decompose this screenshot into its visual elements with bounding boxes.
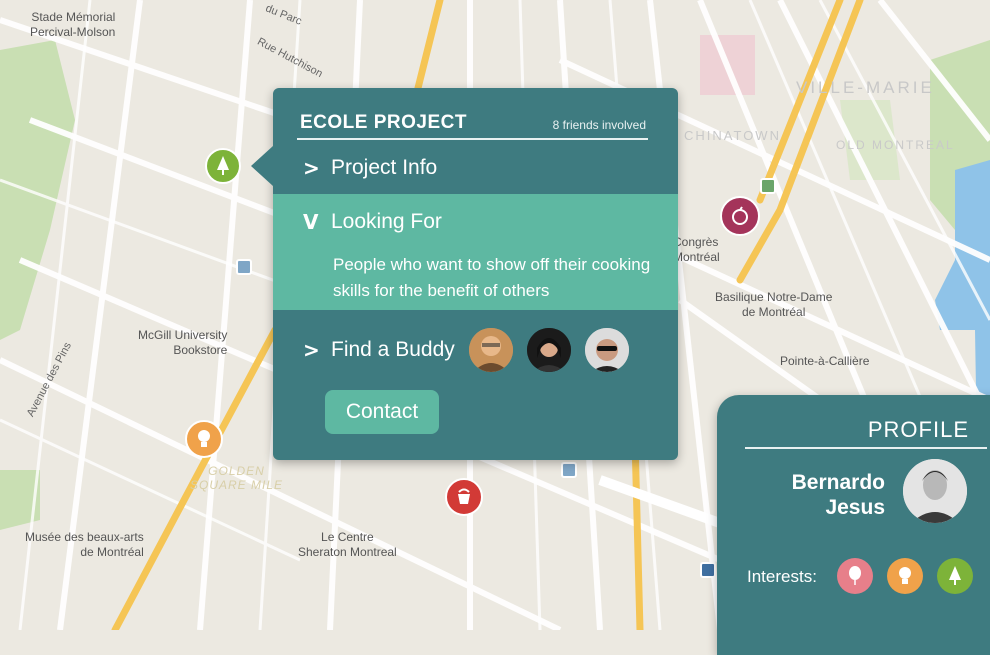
transit-pin-icon[interactable] <box>700 562 716 578</box>
map-label-congres: Congrès Montréal <box>673 235 720 264</box>
interest-balloon[interactable] <box>837 558 873 594</box>
map-label-golden-square-mile: GOLDEN SQUARE MILE <box>190 464 284 492</box>
profile-panel: PROFILE Bernardo Jesus Interests: <box>717 395 990 655</box>
map-label-chinatown: CHINATOWN <box>684 128 781 143</box>
transit-pin-icon[interactable] <box>561 462 577 478</box>
looking-for-description: People who want to show off their cookin… <box>333 255 651 300</box>
map-label-centre: Le Centre Sheraton Montreal <box>298 530 397 559</box>
buddy-avatar[interactable] <box>468 328 513 372</box>
map-label-mcgill: McGill University Bookstore <box>138 328 228 357</box>
interest-tree[interactable] <box>937 558 973 594</box>
map-label-stade: Stade Mémorial Percival-Molson <box>30 10 116 39</box>
project-info-label: Project Info <box>331 156 438 179</box>
looking-for-section[interactable]: V Looking For People who want to show of… <box>273 194 678 310</box>
map-label-pointe: Pointe-à-Callière <box>780 354 870 368</box>
find-buddy-row[interactable]: > Find a Buddy <box>273 326 678 374</box>
poi-cup-marker[interactable] <box>445 478 483 516</box>
cup-icon <box>458 488 470 504</box>
project-info-row[interactable]: > Project Info <box>273 148 678 188</box>
profile-name: Bernardo Jesus <box>791 471 885 519</box>
popup-pointer <box>251 146 273 186</box>
project-popup: ECOLE PROJECT 8 friends involved > Proje… <box>251 88 678 460</box>
looking-for-label: Looking For <box>331 210 442 233</box>
map-label-musee: Musée des beaux-arts de Montréal <box>25 530 144 559</box>
map-label-basilique: Basilique Notre-Dame de Montréal <box>715 290 833 319</box>
buddy-avatar[interactable] <box>526 328 571 372</box>
map-label-old-montreal: OLD MONTREAL <box>836 138 955 152</box>
chevron-right-icon: > <box>303 156 320 180</box>
lightbulb-icon <box>198 430 210 447</box>
poi-food-marker[interactable] <box>720 196 760 236</box>
poi-tree-marker[interactable] <box>205 148 241 184</box>
transit-pin-icon[interactable] <box>760 178 776 194</box>
popup-title: ECOLE PROJECT <box>300 112 467 133</box>
lightbulb-icon <box>899 567 911 584</box>
food-icon <box>732 206 748 225</box>
interest-lightbulb[interactable] <box>887 558 923 594</box>
chevron-right-icon: > <box>303 338 320 362</box>
interests-label: Interests: <box>747 567 817 586</box>
profile-avatar[interactable] <box>903 459 967 523</box>
tree-icon <box>949 566 961 585</box>
friends-count: 8 friends involved <box>552 118 646 132</box>
buddy-avatar[interactable] <box>584 328 629 372</box>
profile-title: PROFILE <box>867 417 969 442</box>
transit-pin-icon[interactable] <box>236 259 252 275</box>
find-buddy-label: Find a Buddy <box>331 338 455 361</box>
looking-for-row[interactable]: V Looking For <box>273 202 678 242</box>
popup-divider <box>297 138 648 140</box>
poi-lightbulb-marker[interactable] <box>185 420 223 458</box>
balloon-icon <box>849 566 861 585</box>
map-label-ville-marie: VILLE-MARIE <box>796 78 935 97</box>
tree-icon <box>217 156 229 175</box>
chevron-down-icon: V <box>303 210 319 234</box>
profile-divider <box>745 447 987 449</box>
contact-button[interactable]: Contact <box>325 390 439 434</box>
